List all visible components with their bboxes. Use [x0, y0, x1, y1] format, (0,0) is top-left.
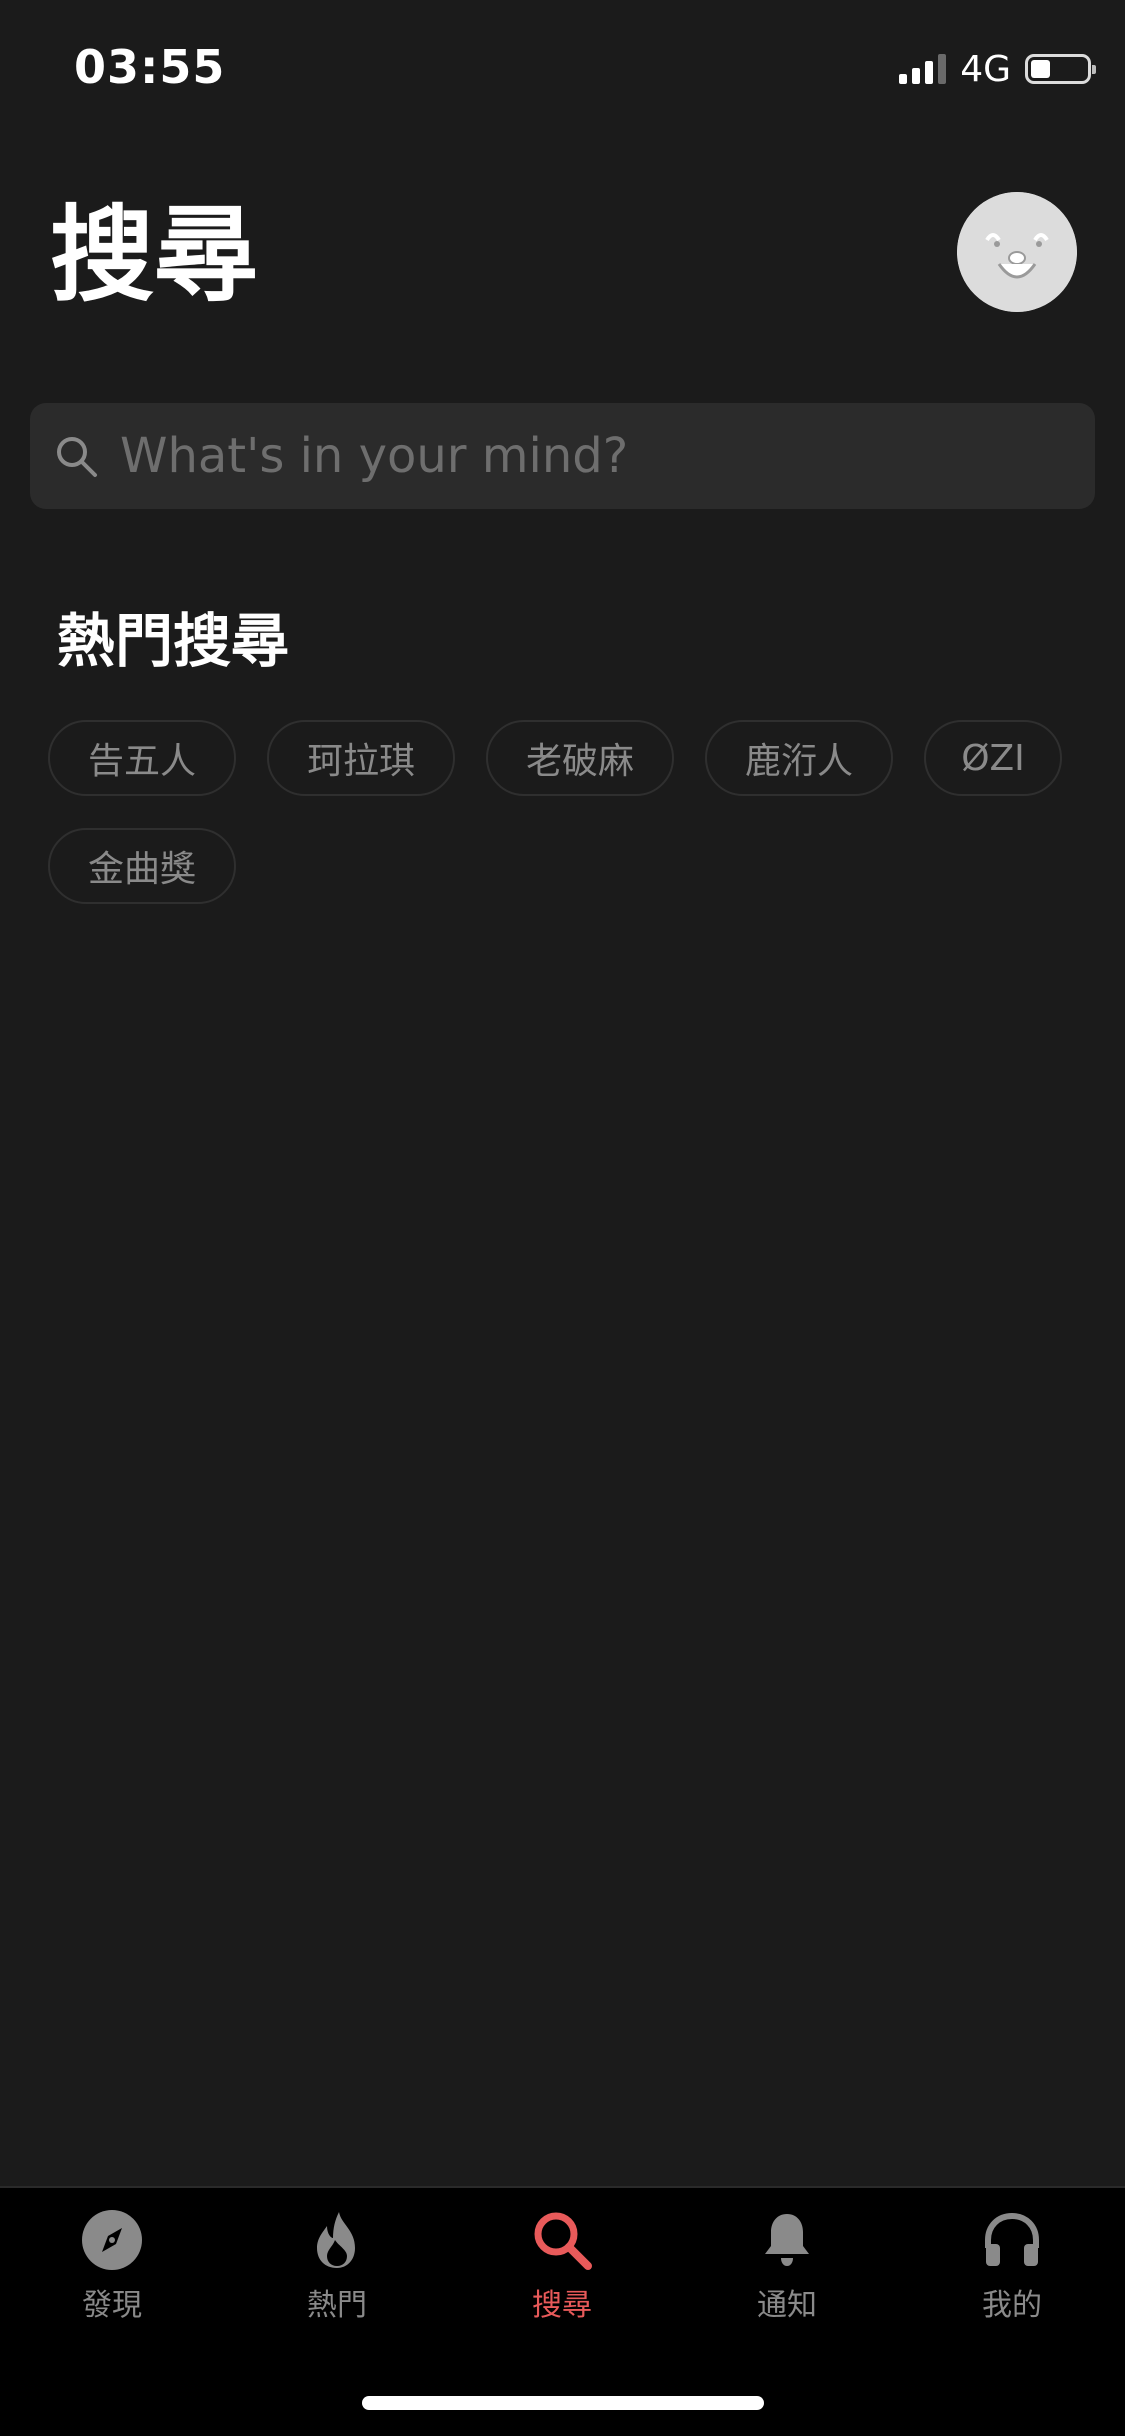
chip-label: ØZI — [961, 737, 1025, 779]
page-title: 搜尋 — [50, 194, 259, 316]
tab-hot[interactable]: 熱門 — [277, 2208, 397, 2338]
hot-search-chip[interactable]: 告五人 — [48, 720, 236, 796]
status-time: 03:55 — [74, 40, 226, 94]
home-indicator — [362, 2396, 764, 2410]
hot-search-chip[interactable]: 老破麻 — [486, 720, 674, 796]
cellular-signal-icon — [899, 54, 947, 84]
chip-label: 金曲獎 — [87, 849, 196, 890]
hot-search-chip[interactable]: 珂拉琪 — [267, 720, 455, 796]
hot-search-title: 熱門搜尋 — [57, 607, 290, 675]
chip-label: 告五人 — [87, 741, 196, 782]
tab-discover[interactable]: 發現 — [52, 2208, 172, 2338]
search-icon — [530, 2208, 594, 2272]
tab-profile[interactable]: 我的 — [952, 2208, 1072, 2338]
hot-search-chip[interactable]: 鹿洐人 — [705, 720, 893, 796]
search-icon[interactable] — [48, 428, 104, 484]
search-input[interactable] — [118, 427, 1075, 485]
chip-label: 鹿洐人 — [744, 741, 853, 782]
tab-label: 熱門 — [307, 2288, 367, 2323]
network-type: 4G — [960, 48, 1011, 90]
hot-search-chip[interactable]: 金曲獎 — [48, 828, 236, 904]
compass-icon — [80, 2208, 144, 2272]
battery-icon — [1025, 54, 1096, 84]
fire-icon — [305, 2208, 369, 2272]
chip-label: 老破麻 — [525, 741, 634, 782]
tab-label: 搜尋 — [532, 2288, 592, 2323]
profile-avatar[interactable] — [957, 192, 1077, 312]
tab-label: 發現 — [82, 2288, 142, 2323]
bell-icon — [755, 2208, 819, 2272]
headphones-icon — [980, 2208, 1044, 2272]
status-indicators: 4G — [899, 44, 1096, 94]
chip-label: 珂拉琪 — [306, 741, 415, 782]
hot-search-chip[interactable]: ØZI — [924, 720, 1062, 796]
tab-search[interactable]: 搜尋 — [502, 2208, 622, 2338]
battery-fill — [1031, 60, 1050, 78]
tab-label: 通知 — [757, 2288, 817, 2323]
search-bar[interactable] — [30, 403, 1095, 509]
tab-label: 我的 — [982, 2288, 1042, 2323]
tab-notifications[interactable]: 通知 — [727, 2208, 847, 2338]
avatar-face-icon — [957, 192, 1077, 312]
